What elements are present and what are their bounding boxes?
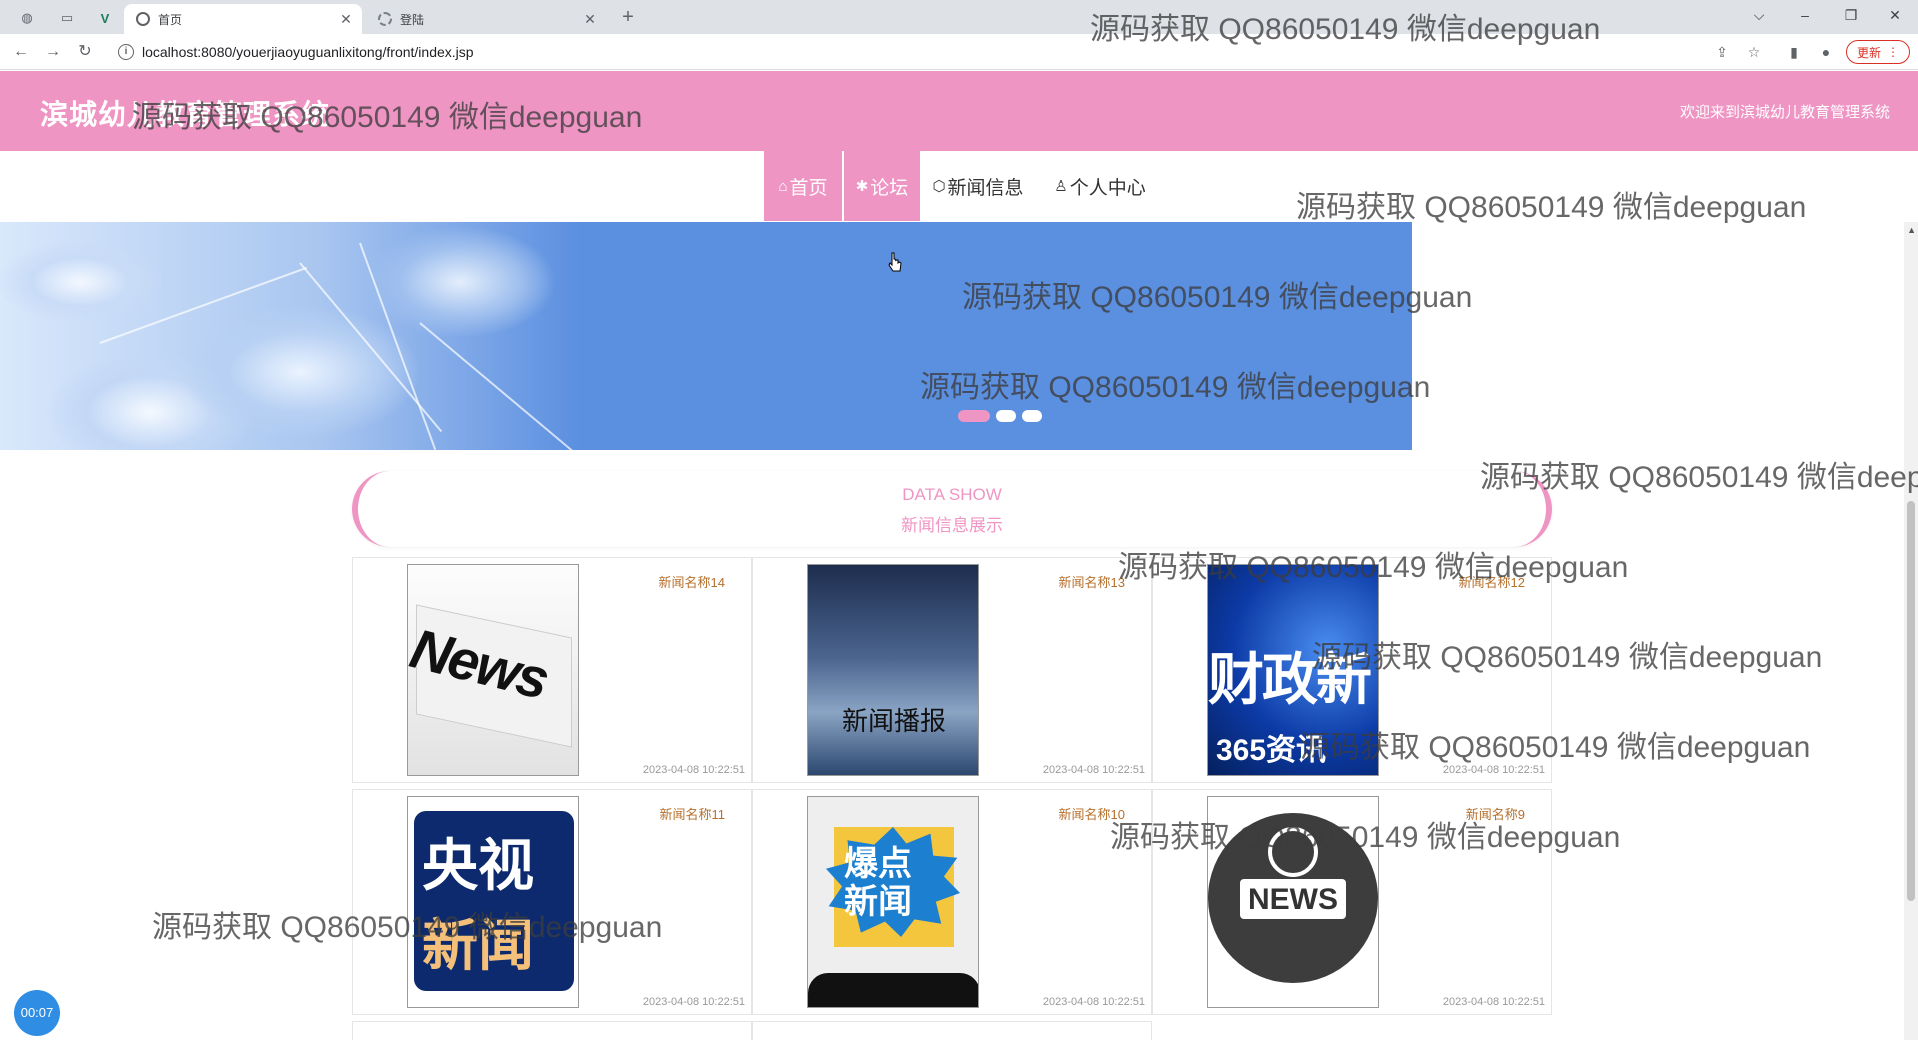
- forward-arrow-icon[interactable]: →: [40, 39, 66, 65]
- share-icon[interactable]: ⇪: [1712, 42, 1732, 62]
- profile-avatar-icon[interactable]: ●: [1816, 42, 1836, 62]
- user-icon: ♙: [1054, 178, 1068, 195]
- scrollbar-thumb[interactable]: [1907, 501, 1915, 901]
- news-time: 2023-04-08 10:22:51: [1042, 764, 1145, 776]
- nav-item-home[interactable]: ⌂ 首页: [764, 151, 842, 221]
- tab-close-icon[interactable]: ✕: [580, 11, 600, 28]
- carousel-dot[interactable]: [958, 410, 990, 422]
- pinned-tab-blank-icon[interactable]: ▭: [52, 6, 82, 30]
- image-text: 央视: [422, 834, 534, 897]
- globe-icon: [1268, 827, 1318, 877]
- news-card[interactable]: 央视 新闻 新闻名称11 2023-04-08 10:22:51: [352, 789, 752, 1015]
- image-text: 爆点新闻: [844, 845, 912, 921]
- carousel-dot[interactable]: [996, 410, 1016, 422]
- close-window-button[interactable]: ✕: [1872, 0, 1918, 32]
- tab-title: 首页: [158, 12, 183, 27]
- news-time: 2023-04-08 10:22:51: [1442, 996, 1545, 1008]
- image-text-secondary: 新闻: [422, 914, 534, 977]
- nav-label: 首页: [789, 177, 828, 199]
- news-time: 2023-04-08 10:22:51: [642, 764, 745, 776]
- news-name: 新闻名称10: [1058, 807, 1125, 822]
- tab-search-icon[interactable]: ⌵: [1736, 0, 1782, 32]
- back-arrow-icon[interactable]: ←: [8, 39, 34, 65]
- carousel-dot[interactable]: [1022, 410, 1042, 422]
- broadcast-image: 新闻播报: [807, 564, 979, 776]
- bookmark-star-icon[interactable]: ☆: [1744, 42, 1764, 62]
- browser-toolbar: ← → ↻ i localhost:8080/youerjiaoyuguanli…: [0, 34, 1918, 70]
- reload-icon[interactable]: ↻: [72, 39, 98, 65]
- news-card[interactable]: 新闻播报 新闻名称13 2023-04-08 10:22:51: [752, 557, 1152, 783]
- hot-news-image: 爆点新闻: [807, 796, 979, 1008]
- news-card[interactable]: News 新闻名称14 2023-04-08 10:22:51: [352, 557, 752, 783]
- new-tab-button[interactable]: +: [614, 4, 642, 32]
- news-time: 2023-04-08 10:22:51: [1042, 996, 1145, 1008]
- finance-news-image: 财政新 365资讯: [1207, 564, 1379, 776]
- news-card[interactable]: 财政新 365资讯 新闻名称12 2023-04-08 10:22:51: [1152, 557, 1552, 783]
- image-text: NEWS: [1248, 883, 1338, 916]
- page-content: 滨城幼儿教育管理系统 欢迎来到滨城幼儿教育管理系统 ⌂ 首页 ✱ 论坛 ⬡ 新闻…: [0, 71, 1918, 1040]
- globe-news-image: NEWS: [1207, 796, 1379, 1008]
- browser-tab-login[interactable]: 登陆 ✕: [366, 4, 606, 34]
- banner-carousel[interactable]: [0, 222, 1412, 450]
- nav-item-news[interactable]: ⬡ 新闻信息: [926, 151, 1030, 221]
- tab-favicon-icon: [378, 12, 392, 26]
- site-title: 滨城幼儿教育管理系统: [40, 99, 331, 130]
- news-card[interactable]: [752, 1021, 1152, 1040]
- nav-label: 新闻信息: [947, 177, 1024, 199]
- main-nav: ⌂ 首页 ✱ 论坛 ⬡ 新闻信息 ♙ 个人中心: [0, 151, 1918, 221]
- news-card[interactable]: NEWS 新闻名称9 2023-04-08 10:22:51: [1152, 789, 1552, 1015]
- welcome-text: 欢迎来到滨城幼儿教育管理系统: [1679, 104, 1890, 121]
- news-name: 新闻名称9: [1465, 807, 1525, 822]
- site-header: 滨城幼儿教育管理系统 欢迎来到滨城幼儿教育管理系统: [0, 71, 1918, 151]
- minimize-button[interactable]: –: [1782, 0, 1828, 32]
- nav-item-profile[interactable]: ♙ 个人中心: [1048, 151, 1152, 221]
- address-bar[interactable]: i localhost:8080/youerjiaoyuguanlixitong…: [108, 38, 1748, 66]
- news-card[interactable]: 爆点新闻 新闻名称10 2023-04-08 10:22:51: [752, 789, 1152, 1015]
- tab-close-icon[interactable]: ✕: [336, 11, 356, 28]
- news-card[interactable]: [352, 1021, 752, 1040]
- section-header: DATA SHOW 新闻信息展示: [352, 471, 1552, 547]
- news-nav-icon: ⬡: [932, 178, 946, 195]
- pinned-tab-globe-icon[interactable]: ◍: [12, 6, 42, 30]
- home-icon: ⌂: [778, 177, 788, 195]
- news-name: 新闻名称11: [659, 807, 726, 822]
- pinned-tab-vue-icon[interactable]: V: [90, 6, 120, 30]
- update-button[interactable]: 更新 ⋮: [1846, 40, 1910, 64]
- news-name: 新闻名称13: [1058, 575, 1125, 590]
- tab-favicon-icon: [136, 12, 150, 26]
- news-name: 新闻名称14: [658, 575, 725, 590]
- update-label: 更新: [1856, 45, 1881, 60]
- nav-label: 论坛: [870, 177, 909, 199]
- nav-item-forum[interactable]: ✱ 论坛: [844, 151, 920, 221]
- image-text: 新闻播报: [841, 706, 946, 736]
- news-time: 2023-04-08 10:22:51: [642, 996, 745, 1008]
- kebab-menu-icon: ⋮: [1887, 45, 1899, 59]
- side-panel-icon[interactable]: ▮: [1784, 42, 1804, 62]
- image-text-secondary: 365资讯: [1216, 734, 1327, 767]
- news-name: 新闻名称12: [1458, 575, 1525, 590]
- forum-icon: ✱: [855, 178, 869, 195]
- browser-tabstrip: ◍ ▭ V 首页 ✕ 登陆 ✕ + ⌵ – ❐ ✕: [0, 0, 1918, 34]
- carousel-dots: [958, 410, 1042, 422]
- newspaper-image: News: [407, 564, 579, 776]
- image-text: 财政新: [1208, 648, 1372, 711]
- url-text: localhost:8080/youerjiaoyuguanlixitong/f…: [142, 44, 474, 60]
- mouse-cursor-icon: [888, 252, 902, 272]
- news-time: 2023-04-08 10:22:51: [1442, 764, 1545, 776]
- scroll-up-icon[interactable]: ▲: [1907, 225, 1916, 235]
- site-info-icon[interactable]: i: [118, 44, 134, 60]
- section-title-en: DATA SHOW: [902, 485, 1002, 504]
- restore-button[interactable]: ❐: [1828, 0, 1874, 32]
- nav-label: 个人中心: [1069, 177, 1146, 199]
- section-title-zh: 新闻信息展示: [901, 516, 1003, 535]
- banner-frost-image: [0, 222, 590, 450]
- screen-recorder-badge[interactable]: 00:07: [14, 990, 60, 1036]
- browser-tab-home[interactable]: 首页 ✕: [124, 4, 362, 34]
- tab-title: 登陆: [400, 12, 425, 27]
- cctv-news-image: 央视 新闻: [407, 796, 579, 1008]
